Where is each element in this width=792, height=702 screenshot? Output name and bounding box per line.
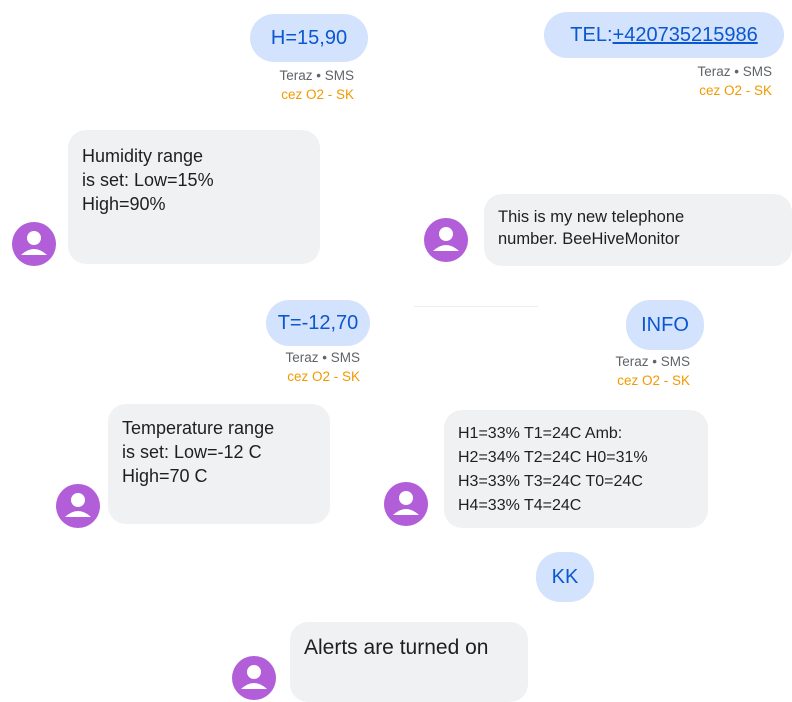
message-timestamp: Teraz • SMS xyxy=(697,64,773,79)
sent-message-temperature[interactable]: T=-12,70 xyxy=(266,300,370,346)
message-line: High=70 C xyxy=(122,466,208,486)
message-meta: Teraz • SMS cez O2 - SK xyxy=(620,62,773,100)
message-timestamp: Teraz • SMS xyxy=(285,350,361,365)
sent-message-telephone[interactable]: TEL: +420735215986 xyxy=(544,12,784,58)
message-line: Alerts are turned on xyxy=(304,636,489,659)
sent-message-info[interactable]: INFO xyxy=(626,300,704,350)
message-meta: Teraz • SMS cez O2 - SK xyxy=(200,66,355,104)
received-message-info[interactable]: H1=33% T1=24C Amb: H2=34% T2=24C H0=31% … xyxy=(444,410,708,528)
message-timestamp: Teraz • SMS xyxy=(615,354,691,369)
person-avatar-icon[interactable] xyxy=(232,656,276,700)
message-line: High=90% xyxy=(82,194,166,214)
person-avatar-icon[interactable] xyxy=(384,482,428,526)
message-line: is set: Low=15% xyxy=(82,170,214,190)
message-line: H4=33% T4=24C xyxy=(458,497,582,514)
message-line: is set: Low=-12 C xyxy=(122,442,262,462)
message-carrier: cez O2 - SK xyxy=(281,87,354,102)
message-line: Humidity range xyxy=(82,146,204,166)
phone-number-link[interactable]: +420735215986 xyxy=(613,24,758,47)
message-timestamp: Teraz • SMS xyxy=(279,68,355,83)
message-line: This is my new telephone xyxy=(498,208,685,226)
message-line: number. BeeHiveMonitor xyxy=(498,230,680,248)
sent-message-text: INFO xyxy=(641,313,689,336)
received-message-humidity[interactable]: Humidity range is set: Low=15% High=90% xyxy=(68,130,320,264)
received-message-telephone[interactable]: This is my new telephone number. BeeHive… xyxy=(484,194,792,266)
message-line: H2=34% T2=24C H0=31% xyxy=(458,449,648,466)
sent-message-humidity[interactable]: H=15,90 xyxy=(250,14,368,62)
sent-message-kk[interactable]: KK xyxy=(536,552,594,602)
sent-message-text: T=-12,70 xyxy=(277,311,359,334)
sent-message-text: KK xyxy=(551,565,579,588)
message-carrier: cez O2 - SK xyxy=(287,369,360,384)
message-line: H3=33% T3=24C T0=24C xyxy=(458,473,643,490)
received-message-alerts[interactable]: Alerts are turned on xyxy=(290,622,528,702)
message-line: Temperature range xyxy=(122,418,275,438)
message-carrier: cez O2 - SK xyxy=(699,83,772,98)
sent-message-prefix: TEL: xyxy=(570,23,613,46)
message-line: H1=33% T1=24C Amb: xyxy=(458,425,623,442)
sent-message-text: H=15,90 xyxy=(270,26,348,49)
person-avatar-icon[interactable] xyxy=(424,218,468,262)
message-meta: Teraz • SMS cez O2 - SK xyxy=(206,348,361,386)
person-avatar-icon[interactable] xyxy=(12,222,56,266)
person-avatar-icon[interactable] xyxy=(56,484,100,528)
message-carrier: cez O2 - SK xyxy=(617,373,690,388)
message-meta: Teraz • SMS cez O2 - SK xyxy=(538,352,691,390)
divider xyxy=(414,306,538,307)
received-message-temperature[interactable]: Temperature range is set: Low=-12 C High… xyxy=(108,404,330,524)
